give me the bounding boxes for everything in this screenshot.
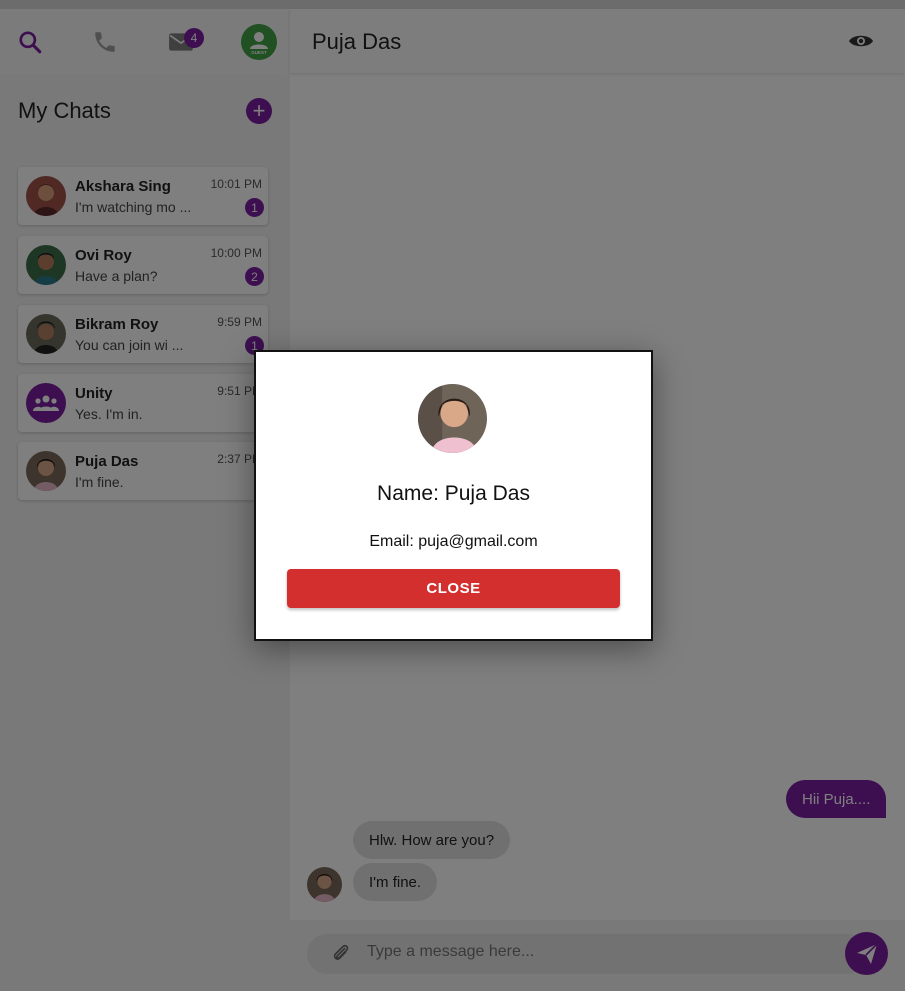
profile-email: Email: puja@gmail.com <box>369 533 538 550</box>
close-button[interactable]: CLOSE <box>287 569 620 608</box>
profile-modal: Name: Puja Das Email: puja@gmail.com CLO… <box>254 350 653 641</box>
profile-name: Name: Puja Das <box>377 482 530 505</box>
profile-avatar <box>418 384 487 453</box>
